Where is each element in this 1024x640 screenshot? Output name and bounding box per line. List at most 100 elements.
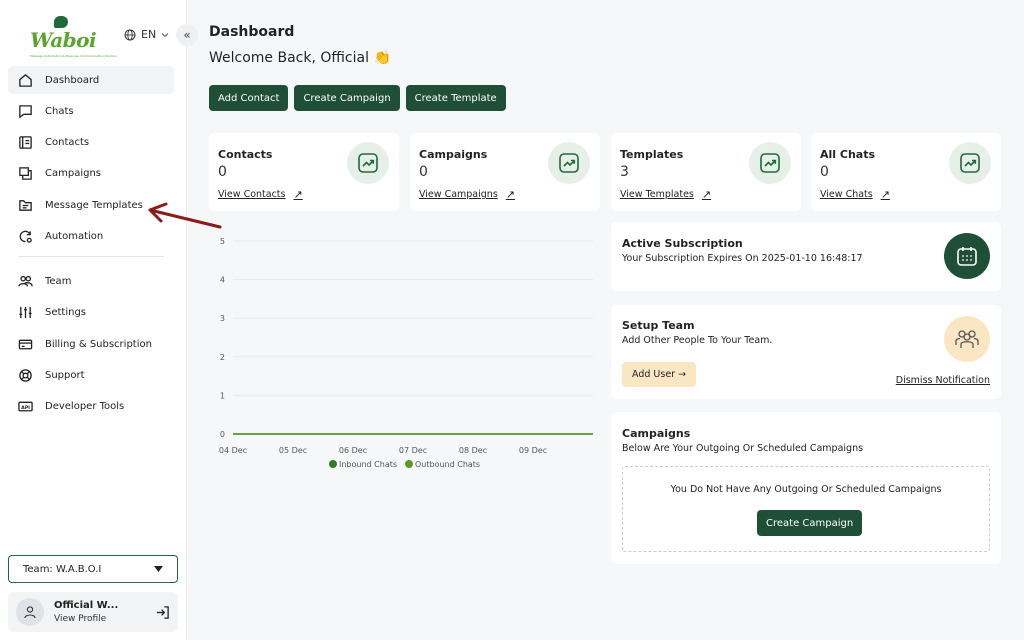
profile-card[interactable]: Official W... View Profile: [8, 592, 178, 632]
team-select-value: Team: W.A.B.O.I: [23, 563, 102, 575]
stat-card-all-chats: All Chats 0 View Chats ↗: [811, 133, 1001, 211]
home-icon: [18, 73, 33, 88]
sidebar-item-label: Support: [45, 369, 85, 381]
trend-icon: [749, 142, 791, 184]
campaigns-empty-state: You Do Not Have Any Outgoing Or Schedule…: [622, 466, 990, 552]
view-profile-link[interactable]: View Profile: [54, 614, 118, 624]
sidebar-item-contacts[interactable]: Contacts: [8, 129, 174, 157]
sidebar-divider: [18, 256, 164, 258]
caret-down-icon: [154, 566, 163, 572]
create-template-button[interactable]: Create Template: [405, 85, 506, 111]
double-chevron-left-icon: «: [183, 28, 191, 42]
sidebar-item-billing[interactable]: Billing & Subscription: [8, 330, 174, 358]
sidebar-item-dashboard[interactable]: Dashboard: [8, 66, 174, 94]
arrow-up-right-icon: ↗: [880, 188, 890, 201]
x-tick-label: 05 Dec: [279, 446, 307, 455]
stat-link-label: View Templates: [620, 189, 694, 200]
legend-marker: [405, 460, 413, 468]
setup-team-text: Add Other People To Your Team.: [622, 335, 773, 346]
sidebar-item-settings[interactable]: Settings: [8, 299, 174, 327]
subscription-title: Active Subscription: [622, 237, 743, 250]
collapse-sidebar-button[interactable]: «: [176, 24, 198, 46]
automation-icon: [18, 229, 33, 244]
logo-bubble-icon: [54, 16, 68, 28]
logout-icon[interactable]: [155, 605, 170, 620]
chat-icon: [18, 104, 33, 119]
settings-icon: [18, 305, 33, 320]
create-campaign-button[interactable]: Create Campaign: [294, 85, 400, 111]
sidebar-item-chats[interactable]: Chats: [8, 97, 174, 125]
chats-line-chart: 0 1 2 3 4 5 04 Dec 05 Dec 06 Dec 07 Dec 08 Dec 09 D…: [219, 237, 593, 469]
sidebar-item-team[interactable]: Team: [8, 267, 174, 295]
logo-text: Waboi: [30, 28, 97, 52]
y-tick-label: 3: [220, 314, 225, 323]
stat-title: Campaigns: [419, 148, 488, 161]
x-tick-label: 06 Dec: [339, 446, 367, 455]
add-contact-button[interactable]: Add Contact: [209, 85, 289, 111]
sidebar-item-support[interactable]: Support: [8, 361, 174, 389]
campaigns-panel-title: Campaigns: [622, 427, 691, 440]
y-tick-label: 2: [220, 353, 225, 362]
profile-info: Official W... View Profile: [54, 600, 118, 624]
sidebar-item-developer-tools[interactable]: API Developer Tools: [8, 393, 174, 421]
legend-label: Outbound Chats: [415, 460, 480, 469]
stat-value: 0: [419, 164, 428, 180]
stat-link-label: View Contacts: [218, 189, 286, 200]
team-icon: [18, 274, 33, 289]
trend-icon: [347, 142, 389, 184]
legend-label: Inbound Chats: [339, 460, 397, 469]
stat-link-label: View Chats: [820, 189, 873, 200]
profile-name: Official W...: [54, 600, 119, 611]
y-tick-label: 5: [220, 237, 225, 246]
sidebar-item-campaigns[interactable]: Campaigns: [8, 160, 174, 188]
people-icon: [944, 316, 990, 362]
add-user-button[interactable]: Add User →: [622, 362, 697, 387]
templates-icon: [18, 198, 33, 213]
avatar: [16, 598, 44, 626]
stat-title: Contacts: [218, 148, 273, 161]
x-tick-label: 08 Dec: [459, 446, 487, 455]
calendar-icon: [944, 233, 990, 279]
sidebar: Waboi Message Automation & Business Comm…: [0, 0, 187, 640]
sidebar-item-label: Automation: [45, 230, 104, 242]
sidebar-item-label: Team: [45, 275, 72, 287]
y-tick-label: 1: [220, 391, 225, 400]
welcome-message: Welcome Back, Official 👏: [209, 50, 391, 66]
stat-value: 3: [620, 164, 629, 180]
quick-actions: Add Contact Create Campaign Create Templ…: [209, 85, 506, 111]
support-icon: [18, 368, 33, 383]
subscription-text: Your Subscription Expires On 2025-01-10 …: [622, 253, 863, 264]
stat-card-campaigns: Campaigns 0 View Campaigns ↗: [410, 133, 600, 211]
sidebar-item-label: Message Templates: [45, 199, 143, 211]
team-select[interactable]: Team: W.A.B.O.I: [8, 555, 178, 583]
globe-icon: [124, 29, 136, 40]
stat-card-templates: Templates 3 View Templates ↗: [611, 133, 801, 211]
x-tick-label: 09 Dec: [519, 446, 547, 455]
language-label: EN: [141, 28, 157, 41]
language-selector[interactable]: EN: [124, 28, 169, 41]
setup-team-panel: Setup Team Add Other People To Your Team…: [611, 305, 1001, 399]
logo-tagline: Message Automation & Business Communicat…: [30, 54, 117, 58]
sidebar-item-label: Settings: [45, 307, 87, 319]
view-campaigns-link[interactable]: View Campaigns ↗: [419, 188, 515, 201]
trend-icon: [548, 142, 590, 184]
stat-title: All Chats: [820, 148, 876, 161]
setup-team-title: Setup Team: [622, 319, 695, 332]
stat-card-contacts: Contacts 0 View Contacts ↗: [209, 133, 399, 211]
stat-value: 0: [218, 164, 227, 180]
arrow-up-right-icon: ↗: [701, 188, 712, 201]
dismiss-notification-link[interactable]: Dismiss Notification: [896, 375, 990, 386]
create-campaign-button-secondary[interactable]: Create Campaign: [757, 510, 863, 536]
api-icon: API: [18, 399, 33, 414]
waboi-logo[interactable]: Waboi Message Automation & Business Comm…: [30, 16, 117, 58]
sidebar-item-label: Dashboard: [45, 74, 100, 86]
stat-value: 0: [820, 164, 829, 180]
chevron-down-icon: [161, 32, 169, 37]
trend-icon: [949, 142, 991, 184]
y-tick-label: 0: [220, 430, 225, 439]
view-templates-link[interactable]: View Templates ↗: [620, 188, 711, 201]
arrow-up-right-icon: ↗: [293, 188, 303, 201]
view-contacts-link[interactable]: View Contacts ↗: [218, 188, 303, 201]
view-chats-link[interactable]: View Chats ↗: [820, 188, 890, 201]
arrow-up-right-icon: ↗: [505, 188, 515, 201]
